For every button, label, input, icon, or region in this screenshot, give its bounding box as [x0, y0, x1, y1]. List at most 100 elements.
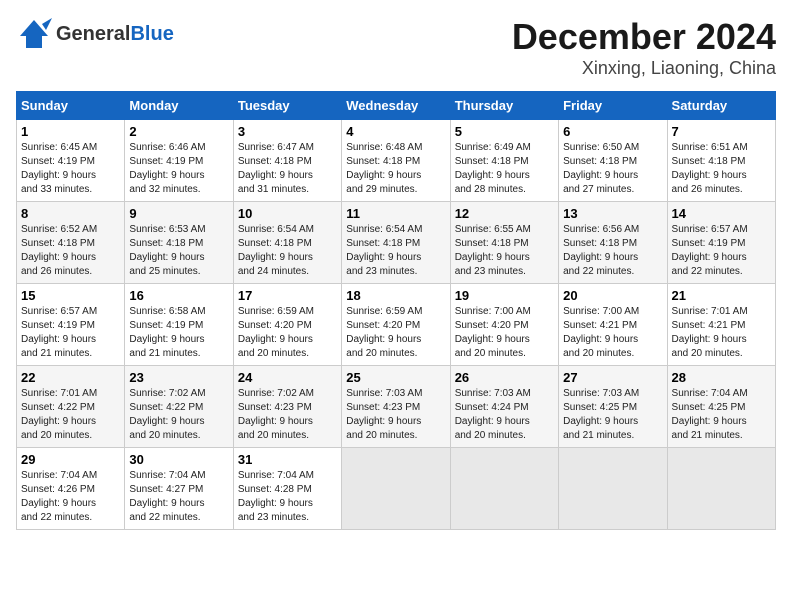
day-number: 30 — [129, 452, 228, 467]
calendar-day-cell: 20Sunrise: 7:00 AM Sunset: 4:21 PM Dayli… — [559, 284, 667, 366]
day-number: 8 — [21, 206, 120, 221]
day-number: 14 — [672, 206, 771, 221]
day-info: Sunrise: 7:03 AM Sunset: 4:23 PM Dayligh… — [346, 387, 445, 443]
day-number: 1 — [21, 124, 120, 139]
day-info: Sunrise: 6:51 AM Sunset: 4:18 PM Dayligh… — [672, 141, 771, 197]
day-number: 31 — [238, 452, 337, 467]
day-info: Sunrise: 6:59 AM Sunset: 4:20 PM Dayligh… — [238, 305, 337, 361]
calendar-day-cell: 21 Sunrise: 7:01 AM Sunset: 4:21 PM Dayli… — [667, 284, 775, 366]
calendar-day-cell: 24 Sunrise: 7:02 AM Sunset: 4:23 PM Dayli… — [233, 366, 341, 448]
day-number: 13 — [563, 206, 662, 221]
calendar-day-cell: 26 Sunrise: 7:03 AM Sunset: 4:24 PM Dayli… — [450, 366, 558, 448]
calendar-day-cell: 27 Sunrise: 7:03 AM Sunset: 4:25 PM Dayli… — [559, 366, 667, 448]
logo: GeneralBlue — [16, 16, 174, 52]
day-info: Sunrise: 7:04 AM Sunset: 4:28 PM Dayligh… — [238, 469, 337, 525]
day-of-week-header: Tuesday — [233, 92, 341, 120]
calendar-day-cell — [450, 448, 558, 530]
day-info: Sunrise: 7:02 AM Sunset: 4:23 PM Dayligh… — [238, 387, 337, 443]
day-number: 18 — [346, 288, 445, 303]
calendar-day-cell: 1 Sunrise: 6:45 AM Sunset: 4:19 PM Daylig… — [17, 120, 125, 202]
day-info: Sunrise: 6:54 AM Sunset: 4:18 PM Dayligh… — [238, 223, 337, 279]
day-number: 20 — [563, 288, 662, 303]
calendar-header-row: SundayMondayTuesdayWednesdayThursdayFrid… — [17, 92, 776, 120]
calendar-day-cell: 29 Sunrise: 7:04 AM Sunset: 4:26 PM Dayli… — [17, 448, 125, 530]
day-number: 22 — [21, 370, 120, 385]
calendar-month-year: December 2024 — [512, 16, 776, 58]
day-number: 25 — [346, 370, 445, 385]
calendar-day-cell: 25 Sunrise: 7:03 AM Sunset: 4:23 PM Dayli… — [342, 366, 450, 448]
calendar-day-cell: 28 Sunrise: 7:04 AM Sunset: 4:25 PM Dayli… — [667, 366, 775, 448]
calendar-day-cell — [559, 448, 667, 530]
calendar-day-cell: 2 Sunrise: 6:46 AM Sunset: 4:19 PM Daylig… — [125, 120, 233, 202]
calendar-table: SundayMondayTuesdayWednesdayThursdayFrid… — [16, 91, 776, 530]
calendar-week-row: 1 Sunrise: 6:45 AM Sunset: 4:19 PM Daylig… — [17, 120, 776, 202]
day-info: Sunrise: 6:55 AM Sunset: 4:18 PM Dayligh… — [455, 223, 554, 279]
page-header: GeneralBlue December 2024 Xinxing, Liaon… — [16, 16, 776, 79]
calendar-day-cell — [342, 448, 450, 530]
day-number: 4 — [346, 124, 445, 139]
day-info: Sunrise: 7:01 AM Sunset: 4:22 PM Dayligh… — [21, 387, 120, 443]
calendar-day-cell: 19 Sunrise: 7:00 AM Sunset: 4:20 PM Dayli… — [450, 284, 558, 366]
day-info: Sunrise: 6:48 AM Sunset: 4:18 PM Dayligh… — [346, 141, 445, 197]
day-number: 11 — [346, 206, 445, 221]
day-of-week-header: Monday — [125, 92, 233, 120]
day-info: Sunrise: 6:46 AM Sunset: 4:19 PM Dayligh… — [129, 141, 228, 197]
day-of-week-header: Friday — [559, 92, 667, 120]
day-info: Sunrise: 7:04 AM Sunset: 4:25 PM Dayligh… — [672, 387, 771, 443]
day-number: 24 — [238, 370, 337, 385]
calendar-day-cell: 8Sunrise: 6:52 AM Sunset: 4:18 PM Daylig… — [17, 202, 125, 284]
day-number: 9 — [129, 206, 228, 221]
day-number: 29 — [21, 452, 120, 467]
calendar-day-cell: 16 Sunrise: 6:58 AM Sunset: 4:19 PM Dayli… — [125, 284, 233, 366]
day-info: Sunrise: 7:02 AM Sunset: 4:22 PM Dayligh… — [129, 387, 228, 443]
day-info: Sunrise: 7:04 AM Sunset: 4:26 PM Dayligh… — [21, 469, 120, 525]
calendar-day-cell: 12Sunrise: 6:55 AM Sunset: 4:18 PM Dayli… — [450, 202, 558, 284]
day-info: Sunrise: 7:04 AM Sunset: 4:27 PM Dayligh… — [129, 469, 228, 525]
day-number: 28 — [672, 370, 771, 385]
day-number: 23 — [129, 370, 228, 385]
calendar-day-cell: 14 Sunrise: 6:57 AM Sunset: 4:19 PM Dayli… — [667, 202, 775, 284]
day-number: 10 — [238, 206, 337, 221]
calendar-day-cell: 10 Sunrise: 6:54 AM Sunset: 4:18 PM Dayli… — [233, 202, 341, 284]
calendar-week-row: 15 Sunrise: 6:57 AM Sunset: 4:19 PM Dayli… — [17, 284, 776, 366]
calendar-day-cell: 9 Sunrise: 6:53 AM Sunset: 4:18 PM Daylig… — [125, 202, 233, 284]
day-number: 27 — [563, 370, 662, 385]
day-number: 16 — [129, 288, 228, 303]
calendar-day-cell: 22 Sunrise: 7:01 AM Sunset: 4:22 PM Dayli… — [17, 366, 125, 448]
day-info: Sunrise: 6:57 AM Sunset: 4:19 PM Dayligh… — [21, 305, 120, 361]
day-info: Sunrise: 7:01 AM Sunset: 4:21 PM Dayligh… — [672, 305, 771, 361]
day-of-week-header: Thursday — [450, 92, 558, 120]
day-info: Sunrise: 6:53 AM Sunset: 4:18 PM Dayligh… — [129, 223, 228, 279]
calendar-day-cell: 11Sunrise: 6:54 AM Sunset: 4:18 PM Dayli… — [342, 202, 450, 284]
day-number: 21 — [672, 288, 771, 303]
day-number: 2 — [129, 124, 228, 139]
day-info: Sunrise: 6:45 AM Sunset: 4:19 PM Dayligh… — [21, 141, 120, 197]
logo-icon — [16, 16, 52, 52]
calendar-week-row: 8Sunrise: 6:52 AM Sunset: 4:18 PM Daylig… — [17, 202, 776, 284]
day-number: 6 — [563, 124, 662, 139]
day-number: 19 — [455, 288, 554, 303]
calendar-location: Xinxing, Liaoning, China — [512, 58, 776, 79]
calendar-day-cell — [667, 448, 775, 530]
calendar-day-cell: 4 Sunrise: 6:48 AM Sunset: 4:18 PM Daylig… — [342, 120, 450, 202]
day-number: 17 — [238, 288, 337, 303]
day-info: Sunrise: 6:57 AM Sunset: 4:19 PM Dayligh… — [672, 223, 771, 279]
day-info: Sunrise: 6:58 AM Sunset: 4:19 PM Dayligh… — [129, 305, 228, 361]
day-info: Sunrise: 7:03 AM Sunset: 4:25 PM Dayligh… — [563, 387, 662, 443]
calendar-week-row: 29 Sunrise: 7:04 AM Sunset: 4:26 PM Dayli… — [17, 448, 776, 530]
day-info: Sunrise: 7:03 AM Sunset: 4:24 PM Dayligh… — [455, 387, 554, 443]
calendar-day-cell: 7Sunrise: 6:51 AM Sunset: 4:18 PM Daylig… — [667, 120, 775, 202]
calendar-day-cell: 13Sunrise: 6:56 AM Sunset: 4:18 PM Dayli… — [559, 202, 667, 284]
calendar-day-cell: 15 Sunrise: 6:57 AM Sunset: 4:19 PM Dayli… — [17, 284, 125, 366]
day-number: 3 — [238, 124, 337, 139]
day-info: Sunrise: 6:50 AM Sunset: 4:18 PM Dayligh… — [563, 141, 662, 197]
calendar-day-cell: 3Sunrise: 6:47 AM Sunset: 4:18 PM Daylig… — [233, 120, 341, 202]
calendar-day-cell: 30 Sunrise: 7:04 AM Sunset: 4:27 PM Dayli… — [125, 448, 233, 530]
day-of-week-header: Saturday — [667, 92, 775, 120]
calendar-day-cell: 6 Sunrise: 6:50 AM Sunset: 4:18 PM Daylig… — [559, 120, 667, 202]
calendar-day-cell: 5Sunrise: 6:49 AM Sunset: 4:18 PM Daylig… — [450, 120, 558, 202]
calendar-day-cell: 31 Sunrise: 7:04 AM Sunset: 4:28 PM Dayli… — [233, 448, 341, 530]
day-number: 15 — [21, 288, 120, 303]
day-info: Sunrise: 7:00 AM Sunset: 4:20 PM Dayligh… — [455, 305, 554, 361]
day-number: 26 — [455, 370, 554, 385]
